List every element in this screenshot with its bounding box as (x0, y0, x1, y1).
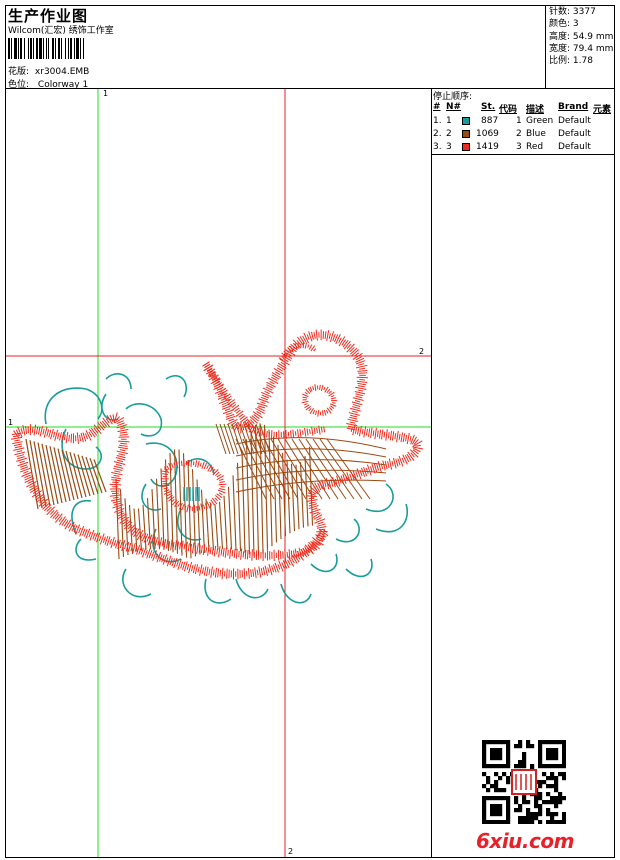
embroidery-design (6, 89, 431, 857)
stat-height: 高度: 54.9 mm (549, 31, 614, 42)
design-line: 花版: xr3004.EMB (8, 64, 89, 77)
red-v-label: 2 (288, 847, 294, 856)
design-label: 花版: (8, 67, 30, 77)
stop-sequence-title: 停止顺序: (433, 92, 473, 102)
col-brand: Brand (558, 102, 589, 112)
design-stats: 针数: 3377 颜色: 3 高度: 54.9 mm 宽度: 79.4 mm 比… (549, 6, 613, 67)
table-bottom-rule (431, 154, 615, 155)
table-divider (431, 88, 432, 858)
design-barcode (8, 38, 130, 59)
col-element: 元素 (593, 105, 612, 115)
col-n: N# (446, 102, 462, 112)
green-h-label: 1 (8, 418, 14, 427)
stat-scale: 比例: 1.78 (549, 56, 593, 67)
col-seq: # (433, 102, 441, 112)
qr-code (482, 740, 566, 824)
col-desc: 描述 (526, 105, 545, 115)
embroidery-canvas: 1 1 2 2 (6, 89, 431, 857)
color-swatch (462, 130, 470, 138)
design-value: xr3004.EMB (34, 67, 90, 77)
col-code: 代码 (499, 105, 518, 115)
color-swatch (462, 117, 470, 125)
site-watermark: 6xiu.com (476, 829, 574, 853)
stat-width: 宽度: 79.4 mm (549, 43, 614, 54)
stat-colors: 颜色: 3 (549, 19, 579, 30)
stat-stitches: 针数: 3377 (549, 7, 596, 17)
stats-divider (545, 5, 546, 88)
stitch-layer (11, 329, 424, 604)
company-name: Wilcom(汇宏) 绣饰工作室 (8, 26, 114, 36)
col-stitches: St. (481, 102, 496, 112)
green-v-label: 1 (103, 89, 109, 98)
color-swatch (462, 143, 470, 151)
red-h-label: 2 (419, 347, 425, 356)
